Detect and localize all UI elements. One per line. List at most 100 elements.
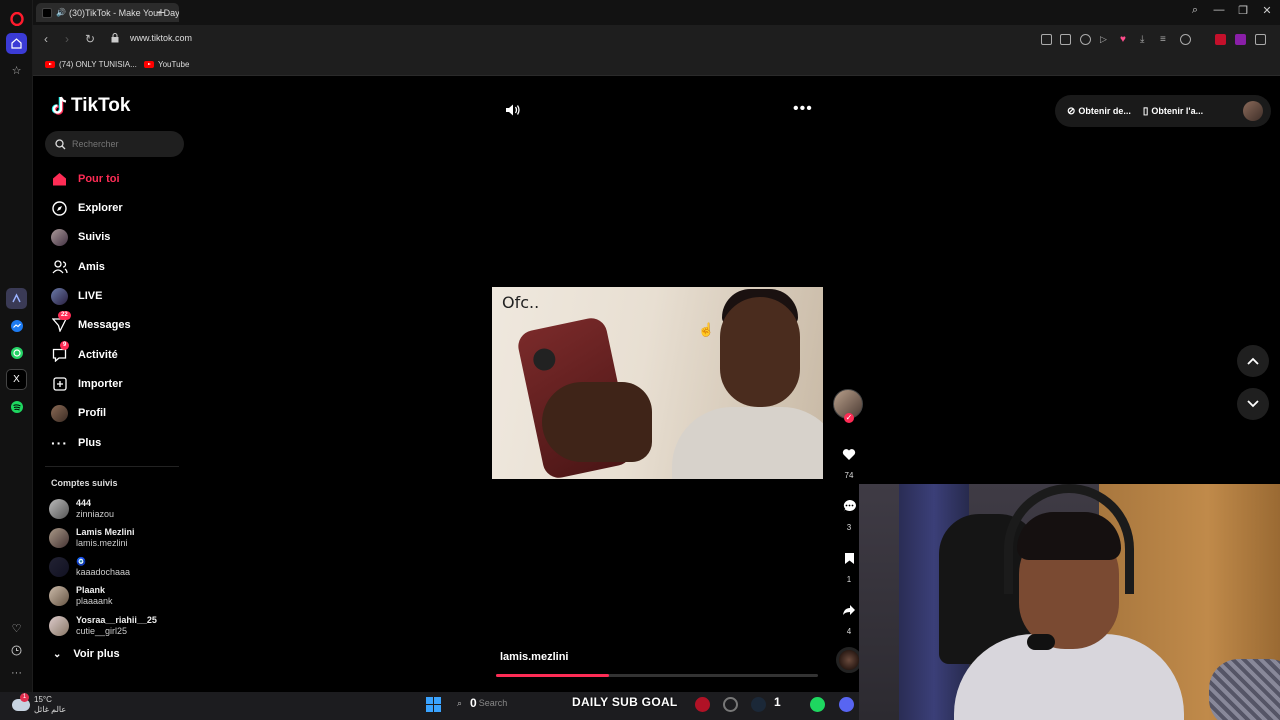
- forward-button[interactable]: ›: [59, 32, 75, 46]
- mouse-cursor-icon: ☝: [698, 322, 715, 337]
- like-button[interactable]: 74: [834, 441, 864, 480]
- speaker-icon[interactable]: 🔊: [56, 8, 66, 17]
- nav-explorer[interactable]: Explorer: [51, 198, 123, 218]
- weather-badge: 1: [20, 693, 29, 702]
- see-more-button[interactable]: ⌄ Voir plus: [53, 648, 120, 660]
- spotify-icon[interactable]: [6, 396, 27, 417]
- whatsapp-icon[interactable]: [6, 342, 27, 363]
- play-icon[interactable]: ▷: [1100, 34, 1111, 45]
- more-dots-icon: ···: [51, 435, 68, 451]
- messages-badge: 22: [58, 310, 71, 320]
- search-icon: [55, 138, 66, 149]
- nav-suivis[interactable]: Suivis: [51, 227, 110, 247]
- chevron-down-icon: [1247, 400, 1259, 408]
- get-app-button[interactable]: ▯ Obtenir l'a...: [1143, 106, 1203, 117]
- tiktok-note-icon: [51, 96, 67, 115]
- minimize-button[interactable]: —: [1211, 4, 1227, 16]
- search-box[interactable]: [45, 131, 184, 157]
- opera-taskbar-icon[interactable]: [695, 697, 710, 712]
- steam-taskbar-icon[interactable]: [751, 697, 766, 712]
- opera-sidebar: ☆ X ♡ ···: [0, 0, 33, 692]
- more-options-icon[interactable]: •••: [793, 100, 813, 118]
- shield-icon[interactable]: [1080, 34, 1091, 45]
- youtube-icon: [144, 61, 154, 68]
- volume-icon[interactable]: [505, 102, 521, 118]
- user-avatar[interactable]: [1243, 101, 1263, 121]
- followed-account[interactable]: Plaank plaaaank: [49, 585, 113, 607]
- extension-purple-icon[interactable]: [1235, 34, 1246, 45]
- home-icon[interactable]: [6, 33, 27, 54]
- avatar: [49, 499, 69, 519]
- video-player[interactable]: Ofc..: [492, 287, 823, 479]
- account-icon[interactable]: [1180, 34, 1191, 45]
- extension-red-icon[interactable]: [1215, 34, 1226, 45]
- nav-profil[interactable]: Profil: [51, 403, 106, 423]
- obs-taskbar-icon[interactable]: [723, 697, 738, 712]
- spotify-taskbar-icon[interactable]: [810, 697, 825, 712]
- search-tabs-icon[interactable]: ⌕: [1187, 4, 1203, 17]
- youtube-icon: [45, 61, 55, 68]
- creator-avatar[interactable]: ✓: [833, 389, 863, 423]
- follow-check-icon[interactable]: ✓: [844, 413, 854, 423]
- avatar: [49, 557, 69, 577]
- sidebar-divider: [45, 466, 179, 467]
- close-button[interactable]: ✕: [1259, 4, 1275, 17]
- followed-account[interactable]: 🧿 kaaadochaaa: [49, 556, 130, 578]
- taskbar-search[interactable]: ⌕ 0 Search: [457, 696, 507, 710]
- messages-icon: 22: [51, 310, 71, 334]
- new-tab-button[interactable]: +: [153, 4, 169, 20]
- download-icon[interactable]: ⤓: [1140, 34, 1151, 45]
- nav-messages[interactable]: 22 Messages: [51, 310, 131, 335]
- video-author[interactable]: lamis.mezlini: [500, 651, 568, 663]
- nav-pour-toi[interactable]: Pour toi: [51, 169, 120, 189]
- heart-icon: [836, 441, 862, 467]
- followed-account[interactable]: Yosraa__riahii__25 cutie__girl25: [49, 615, 157, 637]
- history-icon[interactable]: [6, 640, 27, 661]
- search-input[interactable]: [72, 139, 172, 149]
- nav-importer[interactable]: Importer: [51, 374, 123, 394]
- nav-amis[interactable]: Amis: [51, 257, 105, 277]
- weather-cloud-icon: 1: [12, 693, 30, 711]
- share-count: 4: [846, 627, 852, 636]
- edit-icon[interactable]: [1041, 34, 1052, 45]
- video-progress-bar[interactable]: [496, 674, 818, 677]
- x-twitter-icon[interactable]: X: [6, 369, 27, 390]
- menu-icon[interactable]: ≡: [1160, 34, 1171, 45]
- nav-plus[interactable]: ··· Plus: [51, 433, 101, 453]
- profile-avatar-icon: [51, 404, 68, 422]
- like-count: 74: [844, 471, 854, 480]
- camera-icon[interactable]: [1060, 34, 1071, 45]
- nav-live[interactable]: LIVE: [51, 286, 102, 306]
- heart-icon[interactable]: ♡: [6, 618, 27, 639]
- bookmark-only-tunisia[interactable]: (74) ONLY TUNISIA...: [45, 60, 137, 69]
- activity-badge: 9: [60, 340, 70, 350]
- comment-count: 3: [846, 523, 852, 532]
- more-dots-icon[interactable]: ···: [6, 662, 27, 683]
- get-coins-button[interactable]: ⊘ Obtenir de...: [1067, 106, 1131, 117]
- heart-filled-icon[interactable]: ♥: [1120, 34, 1131, 45]
- nav-activite[interactable]: 9 Activité: [51, 340, 118, 365]
- previous-video-button[interactable]: [1237, 345, 1269, 377]
- ai-icon[interactable]: [6, 288, 27, 309]
- logo-text: TikTok: [71, 95, 131, 116]
- back-button[interactable]: ‹: [38, 32, 54, 46]
- discord-taskbar-icon[interactable]: [839, 697, 854, 712]
- tiktok-logo[interactable]: TikTok: [51, 95, 130, 117]
- star-icon[interactable]: ☆: [6, 60, 27, 81]
- bookmark-youtube[interactable]: YouTube: [144, 60, 189, 69]
- friends-icon: [51, 259, 68, 276]
- messenger-icon[interactable]: [6, 315, 27, 336]
- followed-account[interactable]: Lamis Mezlini lamis.mezlini: [49, 527, 135, 549]
- restore-button[interactable]: ❐: [1235, 4, 1251, 17]
- search-icon: ⌕: [457, 697, 463, 708]
- extensions-cube-icon[interactable]: [1255, 34, 1266, 45]
- followed-account[interactable]: 444 zinniazou: [49, 498, 114, 520]
- followed-accounts-title: Comptes suivis: [51, 478, 118, 488]
- url-field[interactable]: www.tiktok.com: [130, 33, 192, 43]
- opera-logo-icon[interactable]: [6, 8, 27, 29]
- next-video-button[interactable]: [1237, 388, 1269, 420]
- weather-widget[interactable]: 1 15°C عالم غائل: [12, 693, 66, 715]
- temperature: 15°C: [34, 695, 52, 704]
- windows-start-icon[interactable]: [426, 697, 441, 712]
- reload-button[interactable]: ↻: [82, 32, 98, 46]
